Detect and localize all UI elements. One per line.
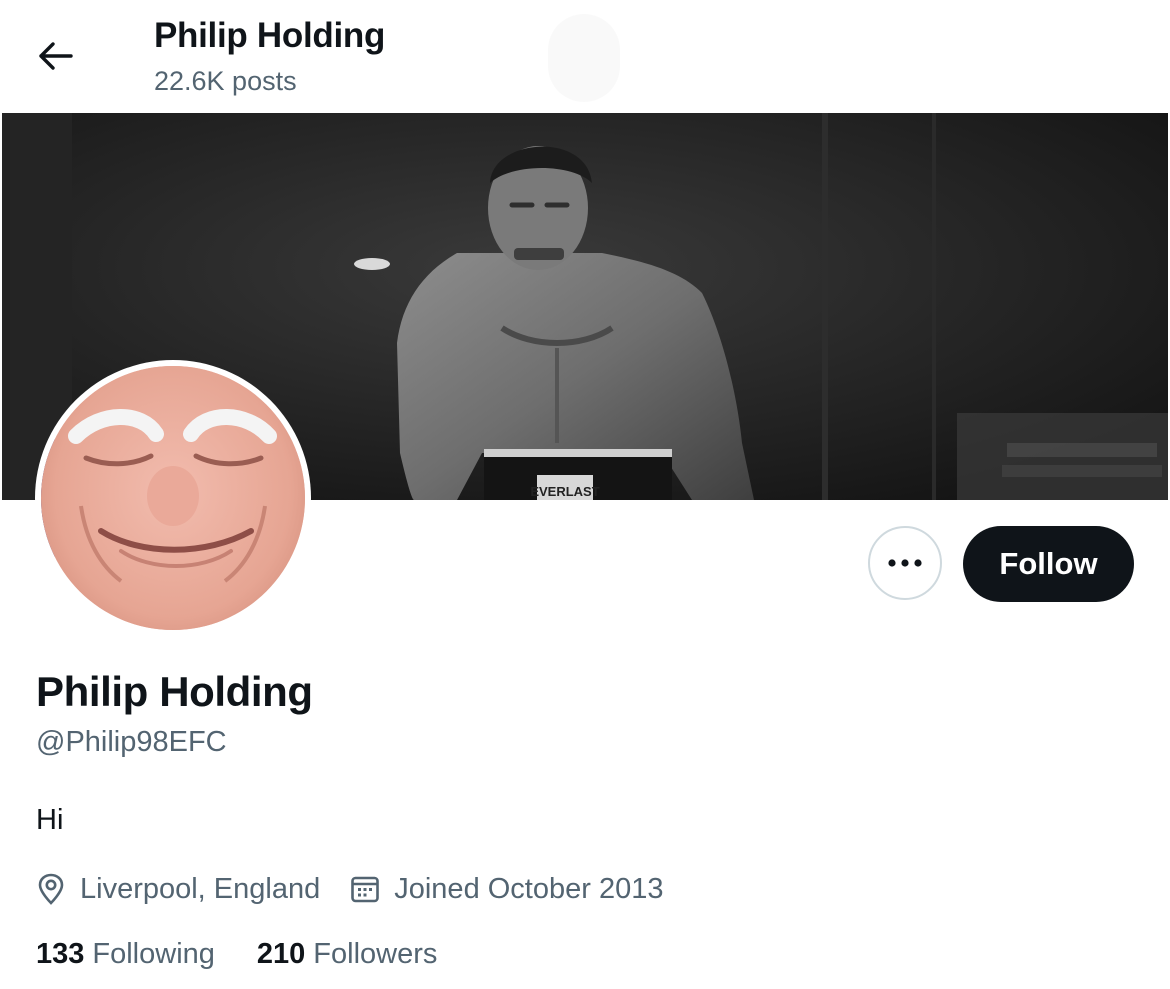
joined-text: Joined October 2013 [394,872,664,905]
header-title: Philip Holding [154,16,386,55]
profile-joined-date: Joined October 2013 [350,873,663,906]
profile-display-name: Philip Holding [36,668,313,715]
avatar[interactable] [41,366,305,630]
avatar-photo [41,366,305,630]
loading-indicator [548,14,620,102]
following-count: 133 [36,938,85,970]
following-link[interactable]: 133 Following [36,938,215,971]
more-options-button[interactable] [868,526,942,600]
follow-button[interactable]: Follow [963,526,1134,602]
more-horizontal-icon [888,559,922,567]
profile-location: Liverpool, England [36,873,320,906]
everlast-label: EVERLAST [530,484,599,499]
following-label: Following [92,938,215,970]
location-pin-icon [38,873,64,905]
header-posts-count: 22.6K posts [154,66,297,96]
profile-avatar-frame [35,360,311,636]
profile-handle: @Philip98EFC [36,726,227,758]
location-text: Liverpool, England [80,872,321,905]
followers-link[interactable]: 210 Followers [257,938,437,971]
back-button[interactable] [22,26,88,86]
arrow-left-icon [39,42,73,70]
top-bar: Philip Holding 22.6K posts [0,0,1170,112]
profile-bio: Hi [36,804,64,836]
calendar-icon [351,876,380,903]
followers-count: 210 [256,938,306,970]
followers-label: Followers [313,938,438,970]
profile-stats: 133 Following 210 Followers [36,938,437,971]
profile-meta: Liverpool, England Joined October 2013 [36,868,663,910]
